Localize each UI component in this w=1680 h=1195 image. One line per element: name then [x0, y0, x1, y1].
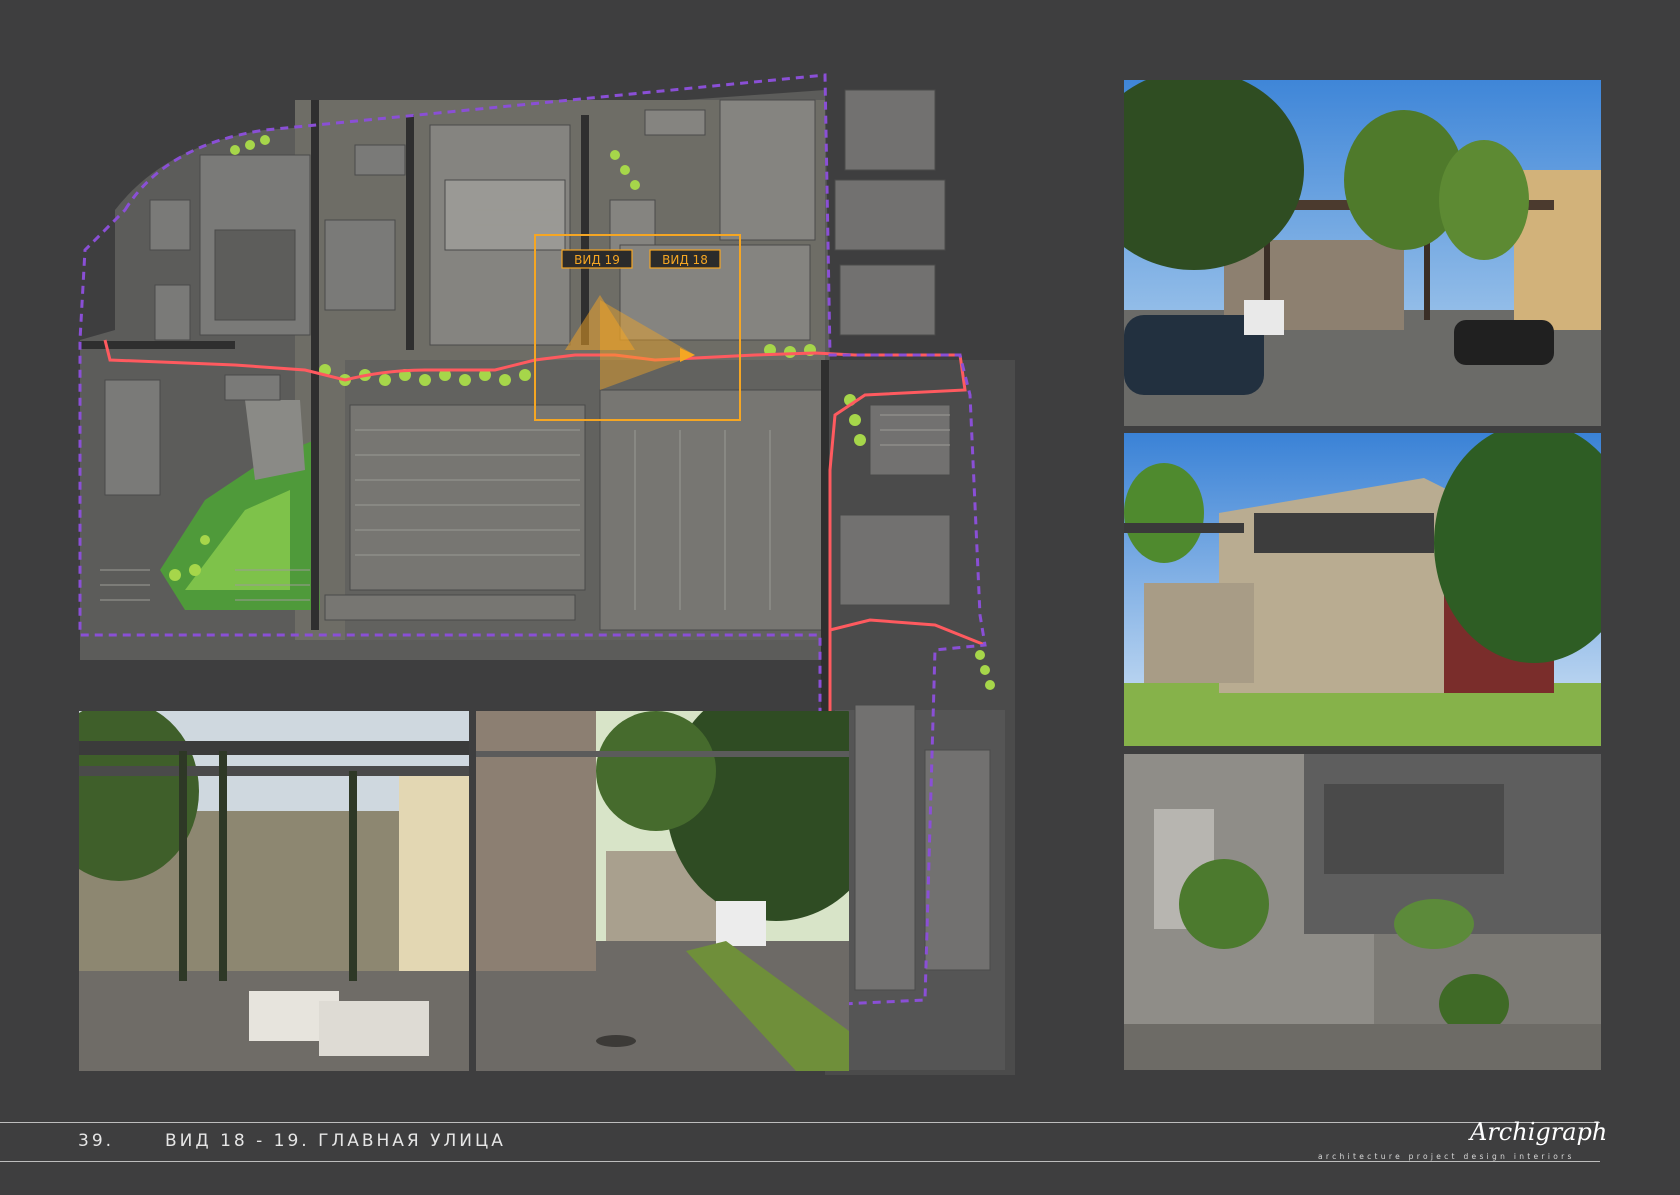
- brand-tagline: architecture project design interiors: [1318, 1152, 1575, 1161]
- photo-brick-facade: [1124, 433, 1601, 746]
- brand-logo: Archigraph: [1470, 1118, 1608, 1146]
- photo-pipe-rack-blocks: [79, 711, 469, 1071]
- view-19-label: ВИД 19: [574, 253, 620, 267]
- photo-aerial-roofs: [1124, 754, 1601, 1070]
- sheet-number: 39.: [78, 1131, 115, 1151]
- footer-bottom-line: [0, 1161, 1600, 1162]
- photo-street-pipe-bridge: [1124, 80, 1601, 426]
- footer-top-line: [0, 1122, 1600, 1123]
- sheet-title: ВИД 18 - 19. ГЛАВНАЯ УЛИЦА: [165, 1131, 506, 1151]
- view-18-label: ВИД 18: [662, 253, 708, 267]
- photo-alley-van: [476, 711, 849, 1071]
